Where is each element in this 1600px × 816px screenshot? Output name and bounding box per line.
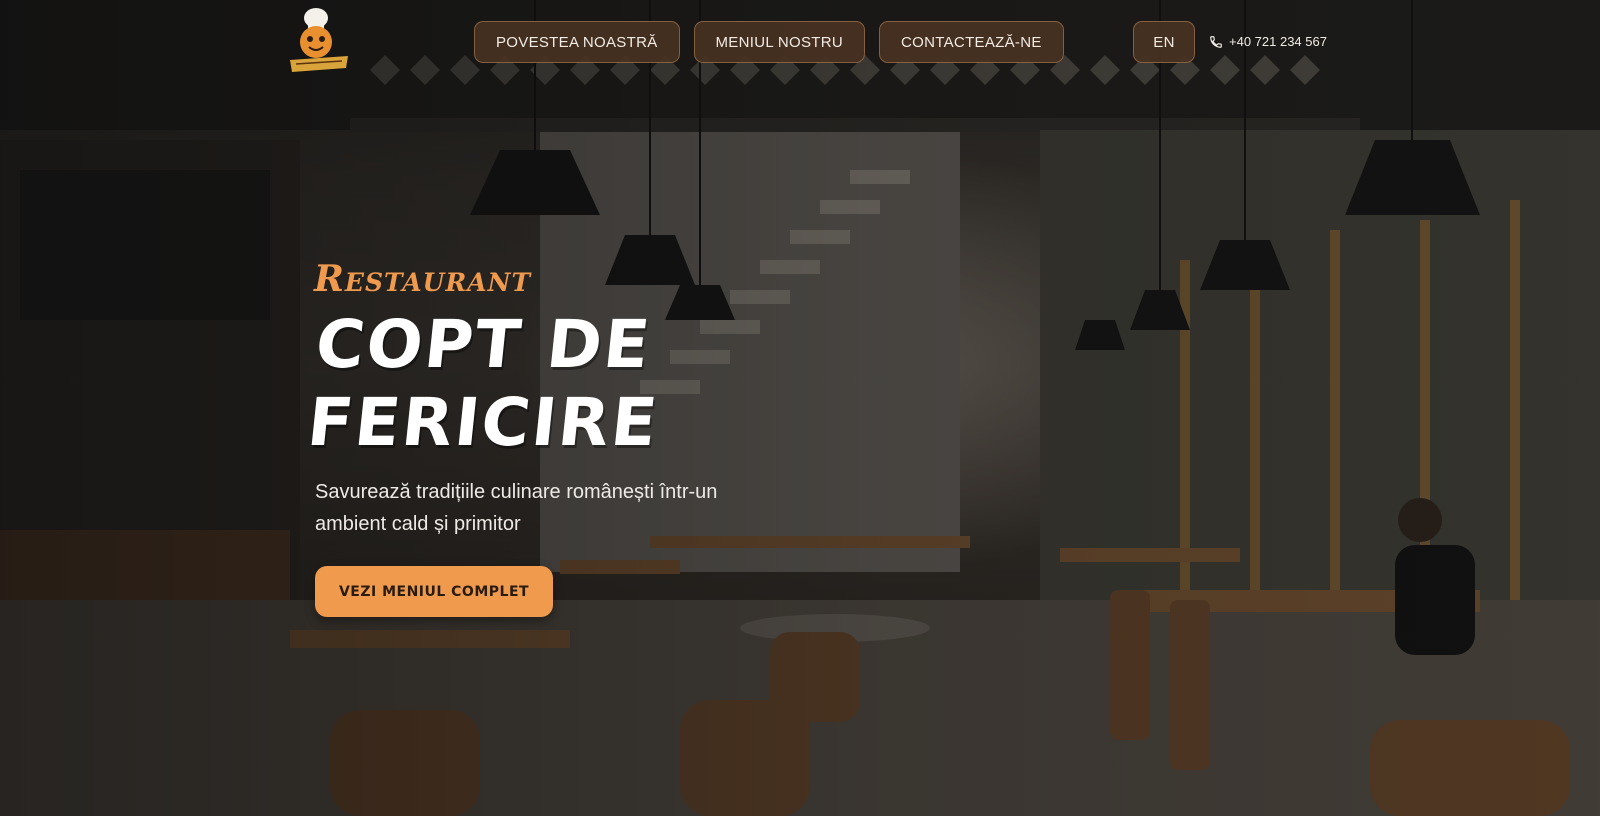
- chef-mascot-logo[interactable]: [288, 4, 350, 76]
- hero-section: POVESTEA NOASTRĂ MENIUL NOSTRU CONTACTEA…: [0, 0, 1600, 816]
- background-overlay: [0, 0, 1600, 816]
- hero-title-line-1: COPT DE: [312, 306, 655, 383]
- view-full-menu-button[interactable]: VEZI MENIUL COMPLET: [315, 566, 553, 617]
- phone-number: +40 721 234 567: [1229, 34, 1327, 49]
- nav-contact[interactable]: CONTACTEAZĂ-NE: [879, 21, 1064, 63]
- main-navigation: POVESTEA NOASTRĂ MENIUL NOSTRU CONTACTEA…: [474, 21, 1064, 63]
- hero-title: COPT DE FERICIRE: [304, 306, 740, 462]
- hero-title-line-2: FERICIRE: [303, 384, 663, 461]
- hero-subtitle: Savurează tradițiile culinare românești …: [315, 481, 718, 535]
- phone-link[interactable]: +40 721 234 567: [1209, 34, 1327, 49]
- hero-eyebrow: Restaurant: [314, 258, 532, 300]
- nav-our-menu[interactable]: MENIUL NOSTRU: [693, 21, 866, 63]
- phone-icon: [1210, 35, 1222, 48]
- language-toggle-button[interactable]: EN: [1133, 21, 1195, 63]
- nav-our-story[interactable]: POVESTEA NOASTRĂ: [474, 21, 680, 63]
